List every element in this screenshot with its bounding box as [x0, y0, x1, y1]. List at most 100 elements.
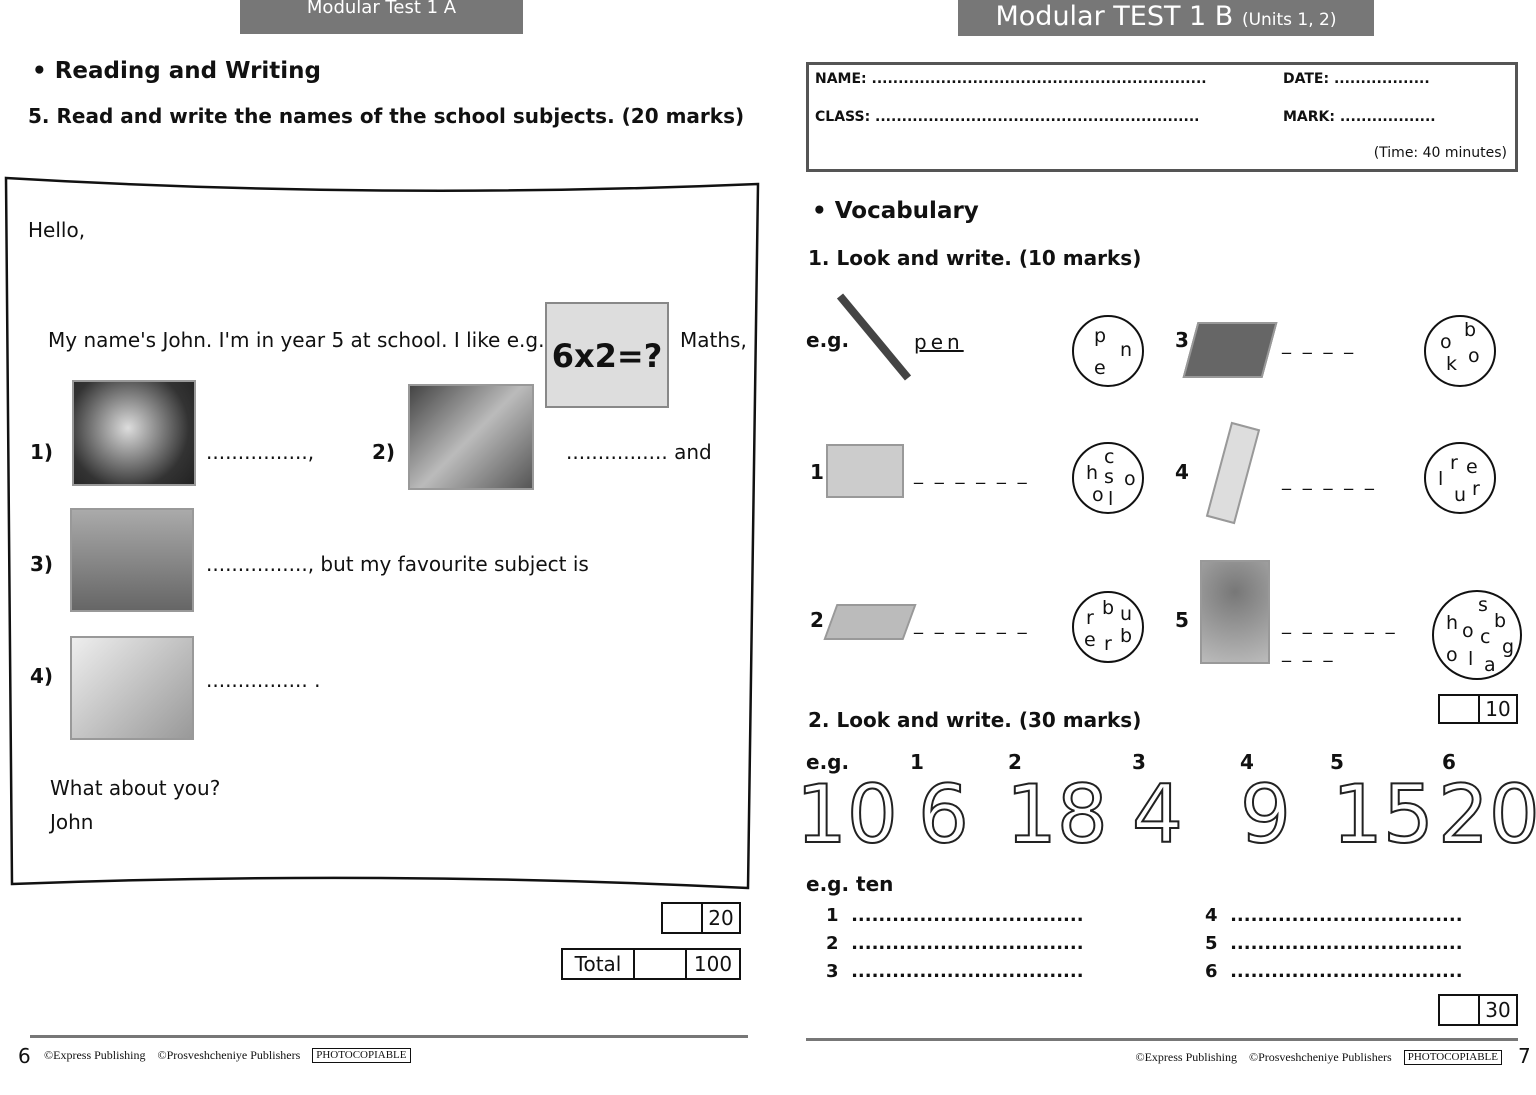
photocopiable-label: PHOTOCOPIABLE	[312, 1048, 411, 1063]
outlined-number: 4	[1131, 767, 1184, 862]
letter-question: What about you?	[50, 776, 221, 800]
answer-line[interactable]: ..................................	[1230, 905, 1463, 926]
pen-image	[836, 293, 912, 381]
letter: r	[1104, 633, 1112, 655]
letter: h	[1086, 462, 1099, 484]
answer-line-2: ................ and	[566, 440, 712, 464]
maths-image: 6x2=?	[545, 302, 669, 408]
item-label: 3)	[30, 552, 54, 576]
footer-rule	[806, 1038, 1518, 1041]
letter: s	[1478, 594, 1488, 616]
score-box-20: 20	[661, 902, 741, 934]
outlined-number: 18	[1005, 767, 1109, 862]
left-header: Modular Test 1 A	[240, 0, 523, 34]
ruler-image	[1205, 421, 1261, 525]
score-value: 20	[701, 904, 739, 932]
total-label: Total	[574, 952, 622, 976]
letter-greeting: Hello,	[28, 218, 86, 242]
outlined-number: 20	[1437, 767, 1536, 862]
music-notes-image	[408, 384, 534, 490]
item-number: 2	[810, 608, 824, 632]
page-number: 7	[1518, 1044, 1531, 1068]
time-limit: (Time: 40 minutes)	[1373, 145, 1507, 161]
item-number: 1	[810, 460, 824, 484]
mark-field[interactable]: MARK: ..................	[1283, 109, 1436, 125]
letter: e	[1084, 629, 1096, 651]
line-number: 1	[826, 905, 839, 926]
answer-lines-left: 1 .................................. 2 .…	[826, 902, 1084, 986]
school-image	[826, 444, 904, 498]
letter: u	[1454, 484, 1467, 506]
answer-line[interactable]: ..................................	[851, 933, 1084, 954]
letter: o	[1446, 644, 1458, 666]
letter-signature: John	[50, 810, 94, 834]
answer-line[interactable]: ..................................	[1230, 933, 1463, 954]
paint-palette-image	[70, 636, 194, 740]
total-box: Total 100	[561, 948, 741, 980]
outlined-number: 15	[1331, 767, 1435, 862]
outlined-number: 9	[1239, 767, 1292, 862]
footer-credits: ©Express Publishing ©Prosveshcheniye Publ…	[44, 1048, 411, 1063]
letter: o	[1468, 345, 1480, 367]
answer-line-4: ................ .	[206, 668, 321, 692]
letter: l	[1468, 648, 1474, 670]
answer-dashes: _ _ _ _ _	[1282, 470, 1377, 491]
left-section-title: • Reading and Writing	[32, 58, 322, 84]
eraser-image	[823, 604, 917, 640]
outlined-number: 10	[795, 767, 899, 862]
line-number: 3	[826, 961, 839, 982]
name-field[interactable]: NAME: ..................................…	[815, 71, 1207, 87]
letter: b	[1494, 610, 1507, 632]
task-5-instruction: 5. Read and write the names of the schoo…	[28, 104, 745, 128]
header-units: (Units 1, 2)	[1241, 10, 1337, 30]
line-number: 6	[1205, 961, 1218, 982]
letter: r	[1450, 452, 1458, 474]
score-value: 30	[1478, 996, 1516, 1024]
answer-line[interactable]: ..................................	[851, 961, 1084, 982]
letter: b	[1120, 625, 1133, 647]
letter: b	[1464, 319, 1477, 341]
letter: o	[1092, 484, 1104, 506]
task-1-instruction: 1. Look and write. (10 marks)	[808, 246, 1142, 270]
total-value: 100	[685, 950, 739, 978]
letter-circle-2: bruerb	[1072, 591, 1144, 663]
line-number: 5	[1205, 933, 1218, 954]
footer-rule	[30, 1035, 748, 1038]
item-number: 5	[1175, 608, 1189, 632]
letter: e	[1094, 357, 1106, 379]
letter: o	[1462, 620, 1474, 642]
letter-circle-example: pne	[1072, 315, 1144, 387]
footer-credits: ©Express Publishing ©Prosveshcheniye Publ…	[1135, 1050, 1502, 1065]
score-box-10: 10	[1438, 694, 1518, 724]
letter: r	[1472, 478, 1480, 500]
letter: e	[1466, 456, 1478, 478]
letter-intro: My name's John. I'm in year 5 at school.…	[48, 328, 545, 352]
student-info-form: NAME: ..................................…	[806, 62, 1518, 172]
answer-line[interactable]: ..................................	[1230, 961, 1463, 982]
date-field[interactable]: DATE: ..................	[1283, 71, 1430, 87]
letter: c	[1104, 446, 1115, 468]
answer-lines-right: 4 .................................. 5 .…	[1205, 902, 1463, 986]
item-number: 4	[1175, 460, 1189, 484]
line-number: 4	[1205, 905, 1218, 926]
letter: n	[1120, 339, 1133, 361]
letter: c	[1480, 626, 1491, 648]
answer-dashes: _ _ _	[1282, 642, 1336, 663]
header-title: Modular TEST 1 B	[995, 1, 1234, 32]
letter: l	[1108, 488, 1114, 510]
answer-line-3: ................, but my favourite subje…	[206, 552, 589, 576]
example-word: e.g. ten	[806, 872, 894, 896]
letter-circle-4: relru	[1424, 442, 1496, 514]
line-number: 2	[826, 933, 839, 954]
page-number: 6	[18, 1044, 31, 1068]
class-field[interactable]: CLASS: .................................…	[815, 109, 1199, 125]
copyright: ©Express Publishing	[1135, 1050, 1237, 1064]
letter: o	[1124, 468, 1136, 490]
copyright: ©Prosveshcheniye Publishers	[157, 1048, 301, 1062]
letter: l	[1438, 468, 1444, 490]
answer-dashes: _ _ _ _	[1282, 334, 1357, 355]
letter: p	[1094, 325, 1107, 347]
answer-line[interactable]: ..................................	[851, 905, 1084, 926]
copyright: ©Express Publishing	[44, 1048, 146, 1062]
book-image	[1182, 322, 1278, 378]
